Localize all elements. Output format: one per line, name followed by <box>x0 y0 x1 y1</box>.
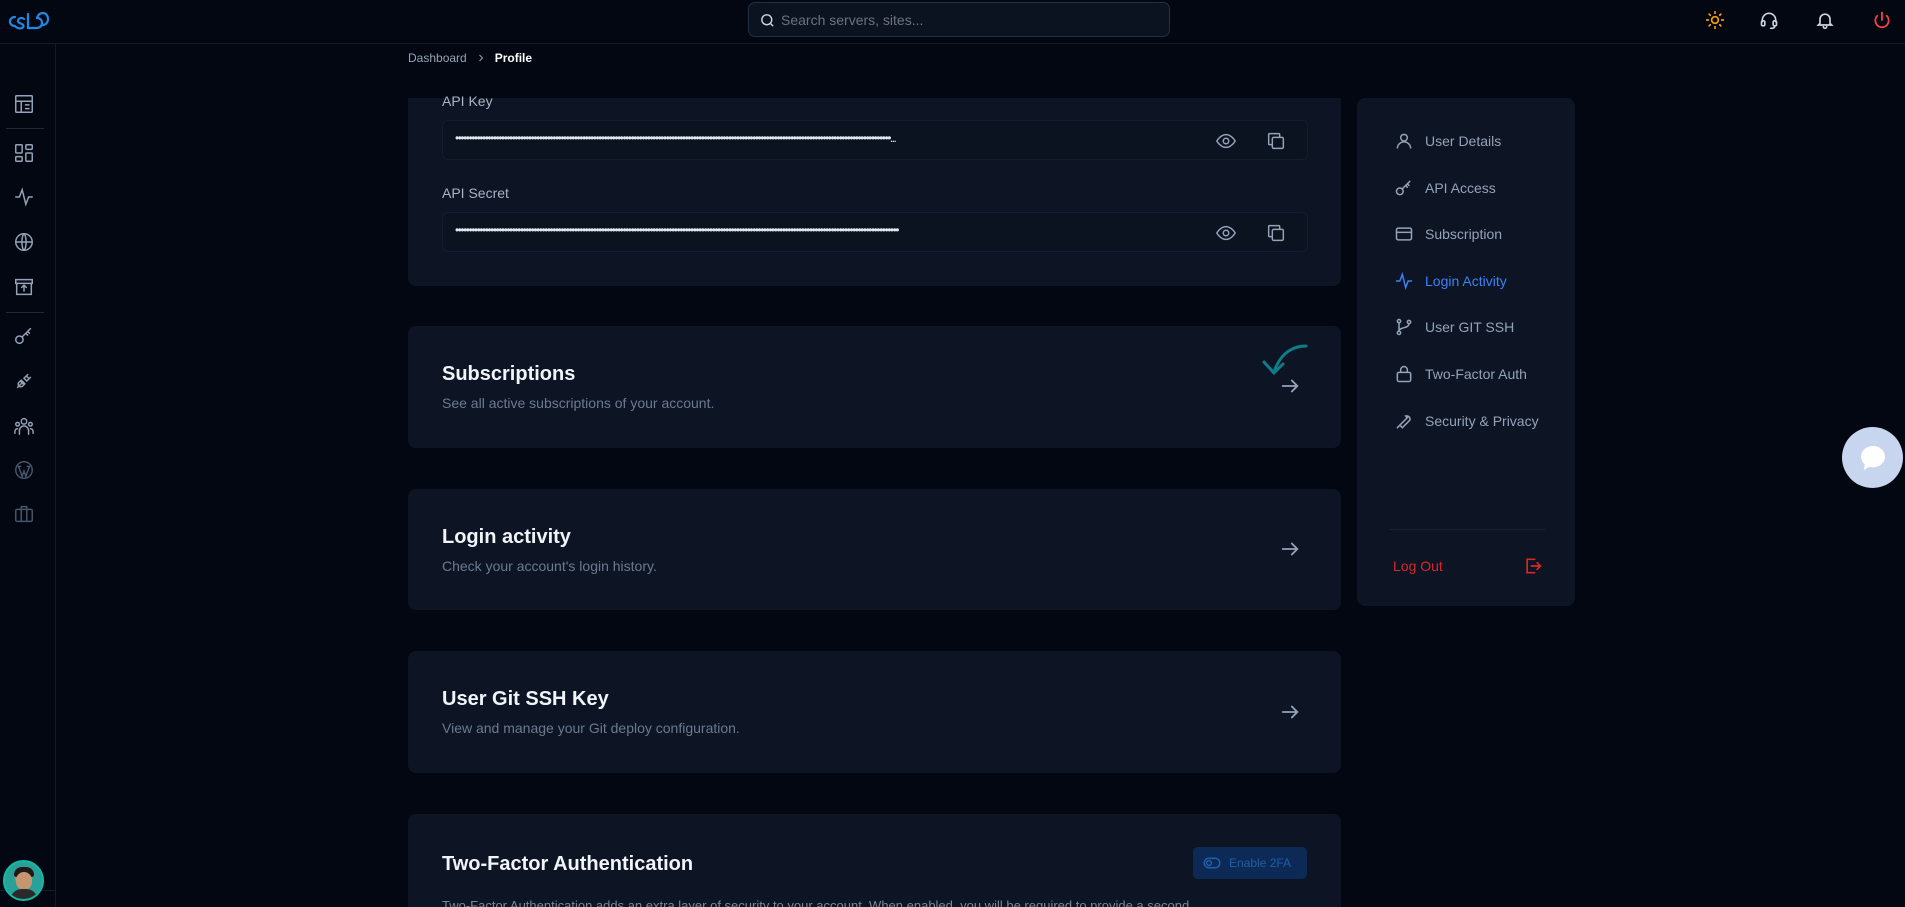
cloudstick-logo[interactable] <box>6 8 50 34</box>
activity-icon <box>1393 270 1415 292</box>
card-title: Subscriptions <box>442 363 576 385</box>
nav-divider <box>1389 529 1545 530</box>
nav-label: Security & Privacy <box>1425 413 1539 429</box>
copy-icon[interactable] <box>1265 222 1287 244</box>
copy-icon[interactable] <box>1265 130 1287 152</box>
search-icon <box>761 14 774 27</box>
nav-label: Subscription <box>1425 226 1503 242</box>
briefcase-icon[interactable] <box>12 502 36 526</box>
api-key-field[interactable]: ••••••••••••••••••••••••••••••••••••••••… <box>442 120 1308 160</box>
nav-label: User GIT SSH <box>1425 319 1515 335</box>
power-icon[interactable] <box>1870 8 1894 32</box>
profile-side-nav: User Details API Access Subscription Log… <box>1357 98 1575 606</box>
breadcrumb-dashboard[interactable]: Dashboard <box>408 51 467 65</box>
nav-label: User Details <box>1425 133 1502 149</box>
api-secret-label: API Secret <box>442 185 509 201</box>
logout-label: Log Out <box>1393 558 1443 574</box>
nav-user-git-ssh[interactable]: User GIT SSH <box>1393 315 1514 339</box>
breadcrumb: Dashboard Profile <box>408 50 532 66</box>
git-ssh-card[interactable]: User Git SSH Key View and manage your Gi… <box>408 651 1341 773</box>
two-factor-description: Two-Factor Authentication adds an extra … <box>442 898 1190 907</box>
card-subtitle: See all active subscriptions of your acc… <box>442 395 715 411</box>
git-branch-icon <box>1393 316 1415 338</box>
nav-two-factor-auth[interactable]: Two-Factor Auth <box>1393 362 1527 386</box>
chat-widget-button[interactable] <box>1842 427 1903 488</box>
api-key-label: API Key <box>442 93 493 109</box>
chevron-right-icon <box>478 54 483 62</box>
toggle-icon <box>1203 857 1221 869</box>
apps-icon[interactable] <box>12 141 36 165</box>
eye-icon[interactable] <box>1215 130 1237 152</box>
api-access-card: API Key ••••••••••••••••••••••••••••••••… <box>408 93 1341 286</box>
eye-icon[interactable] <box>1215 222 1237 244</box>
api-secret-field[interactable]: ••••••••••••••••••••••••••••••••••••••••… <box>442 212 1308 252</box>
search-input[interactable] <box>781 3 1161 36</box>
top-bar <box>0 0 1905 44</box>
logout-icon <box>1526 558 1542 574</box>
user-avatar[interactable] <box>3 860 44 901</box>
bell-icon[interactable] <box>1813 8 1837 32</box>
user-icon <box>1393 130 1415 152</box>
search-bar[interactable] <box>748 2 1170 37</box>
wordpress-icon[interactable] <box>12 458 36 482</box>
card-title: User Git SSH Key <box>442 688 609 710</box>
api-secret-value: ••••••••••••••••••••••••••••••••••••••••… <box>455 223 900 237</box>
store-icon[interactable] <box>12 275 36 299</box>
key-icon <box>1393 177 1415 199</box>
subscriptions-card[interactable]: Subscriptions See all active subscriptio… <box>408 326 1341 448</box>
nav-security-privacy[interactable]: Security & Privacy <box>1393 409 1539 433</box>
chat-icon <box>1860 445 1885 470</box>
nav-api-access[interactable]: API Access <box>1393 176 1496 200</box>
hint-arrow-icon <box>1262 344 1308 376</box>
credit-card-icon <box>1393 223 1415 245</box>
api-key-value: ••••••••••••••••••••••••••••••••••••••••… <box>455 131 897 145</box>
card-subtitle: Check your account's login history. <box>442 558 657 574</box>
nav-label: Login Activity <box>1425 273 1507 289</box>
arrow-right-icon[interactable] <box>1279 375 1301 397</box>
plug-icon[interactable] <box>12 369 36 393</box>
nav-user-details[interactable]: User Details <box>1393 129 1501 153</box>
team-icon[interactable] <box>12 414 36 438</box>
card-title: Two-Factor Authentication <box>442 853 694 875</box>
enable-2fa-button[interactable]: Enable 2FA <box>1193 847 1307 879</box>
activity-icon[interactable] <box>12 185 36 209</box>
headset-icon[interactable] <box>1757 8 1781 32</box>
card-title: Login activity <box>442 526 571 548</box>
lock-icon <box>1393 363 1415 385</box>
breadcrumb-current: Profile <box>494 51 533 65</box>
key-icon[interactable] <box>12 324 36 348</box>
left-rail <box>0 44 56 907</box>
nav-label: API Access <box>1425 180 1496 196</box>
login-activity-card[interactable]: Login activity Check your account's logi… <box>408 489 1341 610</box>
nav-label: Two-Factor Auth <box>1425 366 1527 382</box>
card-subtitle: View and manage your Git deploy configur… <box>442 720 740 736</box>
nav-subscription[interactable]: Subscription <box>1393 222 1502 246</box>
dashboard-grid-icon[interactable] <box>12 92 36 116</box>
globe-icon[interactable] <box>12 230 36 254</box>
arrow-right-icon[interactable] <box>1279 701 1301 723</box>
logout-button[interactable]: Log Out <box>1393 554 1543 578</box>
wrench-icon <box>1393 410 1415 432</box>
two-factor-card: Two-Factor Authentication Enable 2FA Two… <box>408 814 1341 907</box>
arrow-right-icon[interactable] <box>1279 538 1301 560</box>
sun-icon[interactable] <box>1703 8 1727 32</box>
enable-2fa-label: Enable 2FA <box>1229 856 1292 870</box>
nav-login-activity[interactable]: Login Activity <box>1393 269 1507 293</box>
